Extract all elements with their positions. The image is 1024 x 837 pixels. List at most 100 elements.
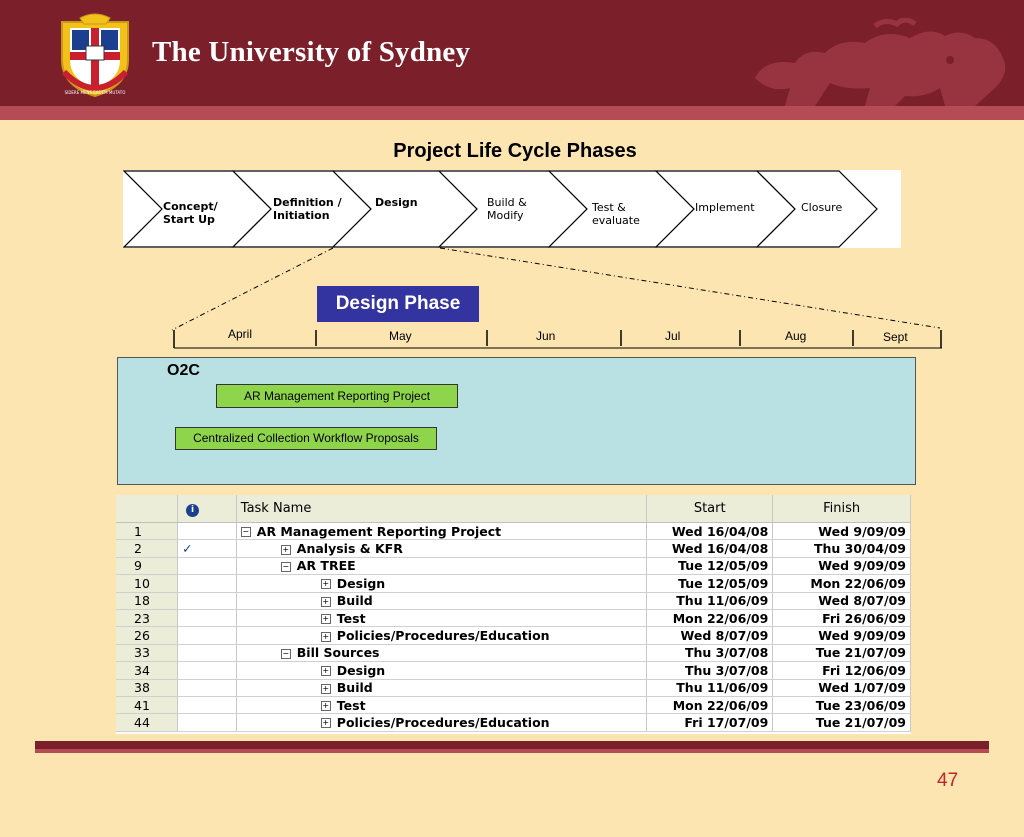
table-row[interactable]: 38 + Build Thu 11/06/09 Wed 1/07/09 bbox=[116, 679, 911, 697]
finish-date-cell: Wed 9/09/09 bbox=[772, 522, 911, 541]
row-indicator bbox=[177, 609, 237, 628]
task-name-column-header[interactable]: Task Name bbox=[236, 495, 648, 523]
task-name-cell[interactable]: + Build bbox=[236, 592, 648, 610]
table-row[interactable]: 33− Bill Sources Thu 3/07/08 Tue 21/07/09 bbox=[116, 644, 911, 663]
start-date-cell: Thu 3/07/08 bbox=[646, 661, 774, 680]
phase-label-definition: Definition / Initiation bbox=[273, 196, 342, 222]
start-date-cell: Mon 22/06/09 bbox=[646, 609, 774, 628]
task-name-cell[interactable]: + Policies/Procedures/Education bbox=[236, 713, 648, 732]
task-name: Build bbox=[336, 593, 373, 609]
collapse-icon[interactable]: − bbox=[240, 527, 251, 538]
start-date-cell: Thu 3/07/08 bbox=[646, 644, 774, 663]
row-id: 41 bbox=[116, 696, 179, 715]
month-jun: Jun bbox=[536, 329, 556, 343]
start-date-cell: Mon 22/06/09 bbox=[646, 696, 774, 715]
finish-date-cell: Wed 1/07/09 bbox=[772, 679, 911, 697]
finish-date-cell: Fri 26/06/09 bbox=[772, 609, 911, 628]
phase-label-build: Build & Modify bbox=[487, 196, 527, 222]
o2c-panel bbox=[117, 357, 916, 485]
row-indicator bbox=[177, 661, 237, 680]
expand-icon[interactable]: + bbox=[280, 544, 291, 555]
row-id: 34 bbox=[116, 661, 179, 680]
expand-icon[interactable]: + bbox=[320, 579, 331, 590]
table-row[interactable]: 44 + Policies/Procedures/Education Fri 17/0… bbox=[116, 713, 911, 732]
task-name-cell[interactable]: + Test bbox=[236, 609, 648, 628]
row-indicator: ✓ bbox=[177, 539, 237, 558]
table-row[interactable]: 1− AR Management Reporting Project Wed 16/… bbox=[116, 522, 911, 541]
phase-chevron-strip: Concept/Start Up Definition / Initiation … bbox=[123, 170, 901, 248]
task-name: Bill Sources bbox=[296, 645, 380, 661]
task-name: Analysis & KFR bbox=[296, 541, 403, 557]
phase-label-closure: Closure bbox=[801, 201, 843, 214]
row-indicator bbox=[177, 626, 237, 645]
id-column-header bbox=[116, 495, 179, 523]
table-row[interactable]: 18 + Build Thu 11/06/09 Wed 8/07/09 bbox=[116, 592, 911, 610]
task-name: AR Management Reporting Project bbox=[256, 523, 502, 539]
row-id: 10 bbox=[116, 574, 179, 593]
expand-icon[interactable]: + bbox=[320, 631, 331, 642]
table-row[interactable]: 2 ✓ + Analysis & KFR Wed 16/04/08 Thu 30/04/0… bbox=[116, 539, 911, 558]
design-phase-label: Design Phase bbox=[317, 286, 479, 322]
expand-icon[interactable]: + bbox=[320, 666, 331, 677]
header-rule bbox=[0, 106, 1024, 120]
expand-icon[interactable]: + bbox=[320, 596, 331, 607]
task-name-cell[interactable]: − AR TREE bbox=[236, 557, 648, 576]
month-sept: Sept bbox=[883, 330, 908, 344]
connector-right-line bbox=[439, 247, 941, 329]
info-icon: i bbox=[186, 503, 200, 517]
table-row[interactable]: 34 + Design Thu 3/07/08 Fri 12/06/09 bbox=[116, 661, 911, 680]
table-row[interactable]: 26 + Policies/Procedures/Education Wed 8/07… bbox=[116, 626, 911, 645]
task-name: Test bbox=[336, 697, 366, 713]
project-box-collection-workflow: Centralized Collection Workflow Proposal… bbox=[175, 427, 437, 450]
start-date-cell: Tue 12/05/09 bbox=[646, 557, 774, 576]
month-april: April bbox=[228, 327, 253, 341]
phase-label-implement: Implement bbox=[695, 201, 755, 214]
table-row[interactable]: 9− AR TREE Tue 12/05/09 Wed 9/09/09 bbox=[116, 557, 911, 576]
start-date-cell: Fri 17/07/09 bbox=[646, 713, 774, 732]
task-name-cell[interactable]: − Bill Sources bbox=[236, 644, 648, 663]
collapse-icon[interactable]: − bbox=[280, 561, 291, 572]
task-name-cell[interactable]: − AR Management Reporting Project bbox=[236, 522, 648, 541]
collapse-icon[interactable]: − bbox=[280, 648, 291, 659]
table-row[interactable]: 41 + Test Mon 22/06/09 Tue 23/06/09 bbox=[116, 696, 911, 715]
lion-watermark-icon bbox=[755, 18, 1006, 106]
task-name-cell[interactable]: + Analysis & KFR bbox=[236, 539, 648, 558]
task-name-cell[interactable]: + Test bbox=[236, 696, 648, 715]
o2c-label: O2C bbox=[167, 362, 200, 379]
start-date-cell: Wed 8/07/09 bbox=[646, 626, 774, 645]
row-id: 38 bbox=[116, 679, 179, 697]
row-indicator bbox=[177, 522, 237, 541]
row-id: 44 bbox=[116, 713, 179, 732]
row-indicator bbox=[177, 696, 237, 715]
row-id: 1 bbox=[116, 522, 179, 541]
finish-column-header[interactable]: Finish bbox=[772, 495, 911, 523]
row-indicator bbox=[177, 592, 237, 610]
expand-icon[interactable]: + bbox=[320, 683, 331, 694]
start-column-header[interactable]: Start bbox=[646, 495, 774, 523]
task-table: i Task Name Start Finish 1− AR Management… bbox=[116, 495, 911, 732]
row-indicator bbox=[177, 713, 237, 732]
info-column-header[interactable]: i bbox=[177, 495, 237, 523]
task-name-cell[interactable]: + Build bbox=[236, 679, 648, 697]
university-crest-icon: SIDERE MENS EADEM MUTATO bbox=[61, 13, 129, 98]
task-name-cell[interactable]: + Design bbox=[236, 574, 648, 593]
phase-label-design: Design bbox=[375, 196, 418, 209]
finish-date-cell: Tue 23/06/09 bbox=[772, 696, 911, 715]
start-date-cell: Wed 16/04/08 bbox=[646, 522, 774, 541]
task-table-body: 1− AR Management Reporting Project Wed 16/… bbox=[116, 522, 911, 732]
expand-icon[interactable]: + bbox=[320, 701, 331, 712]
row-id: 33 bbox=[116, 644, 179, 663]
start-date-cell: Thu 11/06/09 bbox=[646, 679, 774, 697]
page-number: 47 bbox=[937, 770, 959, 791]
expand-icon[interactable]: + bbox=[320, 718, 331, 729]
phase-label-test: Test & evaluate bbox=[592, 201, 640, 227]
row-indicator bbox=[177, 557, 237, 576]
university-title: The University of Sydney bbox=[152, 36, 471, 68]
table-row[interactable]: 10 + Design Tue 12/05/09 Mon 22/06/09 bbox=[116, 574, 911, 593]
task-name-cell[interactable]: + Policies/Procedures/Education bbox=[236, 626, 648, 645]
table-row[interactable]: 23 + Test Mon 22/06/09 Fri 26/06/09 bbox=[116, 609, 911, 628]
task-name-cell[interactable]: + Design bbox=[236, 661, 648, 680]
expand-icon[interactable]: + bbox=[320, 614, 331, 625]
row-id: 23 bbox=[116, 609, 179, 628]
finish-date-cell: Wed 9/09/09 bbox=[772, 626, 911, 645]
